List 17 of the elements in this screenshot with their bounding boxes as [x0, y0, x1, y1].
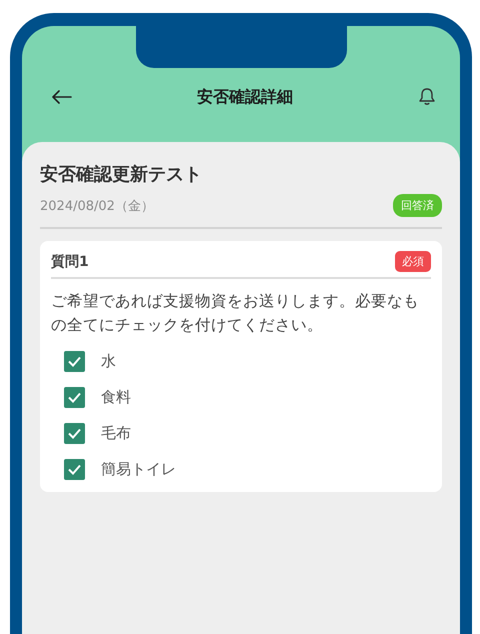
checkbox[interactable]: [64, 459, 85, 480]
status-badge: 回答済: [393, 194, 442, 217]
screen-title: 安否確認詳細: [197, 86, 293, 108]
option-label: 簡易トイレ: [101, 460, 176, 479]
required-badge: 必須: [395, 251, 431, 272]
checkbox[interactable]: [64, 351, 85, 372]
option-label: 食料: [101, 388, 131, 407]
checkbox[interactable]: [64, 423, 85, 444]
question-text: ご希望であれば支援物資をお送りします。必要なもの全てにチェックを付けてください。: [51, 291, 420, 336]
bell-icon[interactable]: [418, 87, 436, 107]
checkbox[interactable]: [64, 387, 85, 408]
survey-date: 2024/08/02（金）: [40, 198, 154, 214]
survey-title: 安否確認更新テスト: [40, 163, 203, 186]
question-label: 質問1: [51, 252, 89, 270]
option-label: 水: [101, 352, 116, 371]
option-label: 毛布: [101, 424, 131, 443]
back-arrow-icon[interactable]: [52, 90, 72, 104]
